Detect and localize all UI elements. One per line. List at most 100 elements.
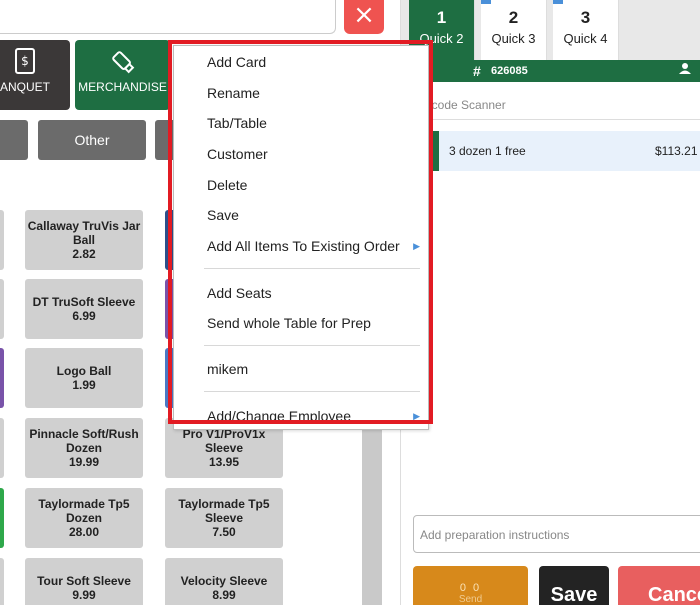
hash-icon: # bbox=[473, 63, 481, 79]
product-tile-partial[interactable] bbox=[0, 348, 4, 408]
category-banquet[interactable]: $ ANQUET bbox=[0, 40, 70, 110]
tile-color-stripe bbox=[165, 279, 173, 339]
product-price: 8.99 bbox=[212, 588, 236, 602]
menu-item-label: mikem bbox=[207, 361, 249, 377]
product-tile[interactable]: DT TruSoft Sleeve 6.99 bbox=[25, 279, 143, 339]
product-price: 7.50 bbox=[212, 525, 236, 539]
order-panel: 1 Quick 2 2 Quick 3 3 Quick 4 # 626085 B… bbox=[400, 0, 700, 605]
product-price: 13.95 bbox=[208, 455, 240, 469]
menu-separator bbox=[204, 345, 420, 346]
menu-item-label: Send whole Table for Prep bbox=[207, 315, 371, 331]
tab-quick-3[interactable]: 2 Quick 3 bbox=[481, 0, 547, 60]
clear-search-button[interactable]: × bbox=[344, 0, 384, 34]
tab-name: Quick 2 bbox=[419, 31, 464, 46]
sub-category-other[interactable]: Other bbox=[38, 120, 146, 160]
menu-item-label: Add/Change Employee bbox=[207, 408, 351, 424]
product-tile[interactable]: Taylormade Tp5 Sleeve 7.50 bbox=[165, 488, 283, 548]
product-price: 1.99 bbox=[72, 378, 96, 392]
chevron-right-icon: ▶ bbox=[413, 411, 420, 421]
menu-separator bbox=[204, 268, 420, 269]
cancel-label: Cancel bbox=[648, 584, 700, 605]
menu-item-label: Add All Items To Existing Order bbox=[207, 238, 400, 254]
menu-item-label: Rename bbox=[207, 85, 260, 101]
product-tile-partial[interactable] bbox=[0, 279, 4, 339]
product-price: 28.00 bbox=[68, 525, 100, 539]
tab-name: Quick 3 bbox=[491, 31, 536, 46]
product-tile-partial[interactable] bbox=[0, 558, 4, 605]
product-name: Taylormade Tp5 Sleeve bbox=[178, 497, 270, 525]
product-price: 19.99 bbox=[68, 455, 100, 469]
line-indicator bbox=[431, 131, 439, 171]
menu-item-tab-table[interactable]: Tab/Table bbox=[174, 108, 428, 138]
order-line-item[interactable]: 3 dozen 1 free $113.21 bbox=[411, 131, 700, 171]
order-number: 626085 bbox=[491, 65, 528, 77]
barcode-scanner-input[interactable]: Barcode Scanner bbox=[411, 90, 700, 120]
menu-item-delete[interactable]: Delete bbox=[174, 170, 428, 200]
product-tile-partial[interactable] bbox=[0, 488, 4, 548]
svg-text:$: $ bbox=[21, 54, 29, 68]
menu-item-add-all-items[interactable]: Add All Items To Existing Order ▶ bbox=[174, 231, 428, 261]
menu-item-change-employee[interactable]: Add/Change Employee ▶ bbox=[174, 401, 428, 429]
product-search-input[interactable] bbox=[0, 0, 336, 34]
send-counts: 0 0 bbox=[459, 582, 482, 594]
chevron-right-icon: ▶ bbox=[413, 241, 420, 251]
tile-color-stripe bbox=[165, 210, 173, 270]
line-price: $113.21 bbox=[655, 144, 698, 158]
product-name: Callaway TruVis Jar Ball bbox=[27, 219, 141, 247]
save-label: Save bbox=[550, 584, 598, 605]
product-tile[interactable]: Velocity Sleeve 8.99 bbox=[165, 558, 283, 605]
menu-item-add-seats[interactable]: Add Seats bbox=[174, 278, 428, 308]
prep-placeholder: Add preparation instructions bbox=[420, 528, 570, 542]
tab-name: Quick 4 bbox=[563, 31, 608, 46]
product-tile-partial[interactable] bbox=[0, 418, 4, 478]
menu-item-customer[interactable]: Customer bbox=[174, 139, 428, 169]
menu-item-save[interactable]: Save bbox=[174, 200, 428, 230]
product-tile-partial[interactable] bbox=[0, 210, 4, 270]
menu-item-label: Add Seats bbox=[207, 285, 272, 301]
tab-marker bbox=[481, 0, 491, 4]
menu-separator bbox=[204, 391, 420, 392]
product-name: Pro V1/ProV1x Sleeve bbox=[182, 427, 266, 455]
sub-category-label: Other bbox=[74, 132, 110, 148]
preparation-instructions-input[interactable]: Add preparation instructions bbox=[413, 515, 700, 553]
menu-item-label: Delete bbox=[207, 177, 248, 193]
menu-item-label: Customer bbox=[207, 146, 268, 162]
menu-item-employee-name[interactable]: mikem bbox=[174, 354, 428, 384]
product-tile[interactable]: Callaway TruVis Jar Ball 2.82 bbox=[25, 210, 143, 270]
menu-item-rename[interactable]: Rename bbox=[174, 78, 428, 108]
save-button[interactable]: Save bbox=[539, 566, 609, 605]
cancel-button[interactable]: Cancel bbox=[618, 566, 700, 605]
line-description: 3 dozen 1 free bbox=[449, 144, 526, 158]
product-name: Tour Soft Sleeve bbox=[37, 574, 131, 588]
menu-item-label: Add Card bbox=[207, 54, 267, 70]
tab-quick-4[interactable]: 3 Quick 4 bbox=[553, 0, 619, 60]
tab-number: 2 bbox=[508, 8, 519, 27]
usb-icon bbox=[75, 40, 170, 80]
product-name: DT TruSoft Sleeve bbox=[32, 295, 136, 309]
tab-marker bbox=[553, 0, 563, 4]
product-tile[interactable]: Taylormade Tp5 Dozen 28.00 bbox=[25, 488, 143, 548]
product-name: Pinnacle Soft/Rush Dozen bbox=[29, 427, 139, 455]
menu-item-label: Save bbox=[207, 207, 239, 223]
send-label: Send bbox=[458, 594, 483, 605]
product-name: Taylormade Tp5 Dozen bbox=[38, 497, 130, 525]
tab-context-menu: Add Card Rename Tab/Table Customer Delet… bbox=[173, 45, 429, 430]
tile-color-stripe bbox=[165, 348, 173, 408]
product-name: Velocity Sleeve bbox=[180, 574, 268, 588]
category-label: ANQUET bbox=[0, 80, 50, 94]
product-tile[interactable]: Logo Ball 1.99 bbox=[25, 348, 143, 408]
send-button[interactable]: 0 0 Send bbox=[413, 566, 528, 605]
tab-number: 3 bbox=[580, 8, 591, 27]
product-tile[interactable]: Tour Soft Sleeve 9.99 bbox=[25, 558, 143, 605]
product-price: 2.82 bbox=[72, 247, 96, 261]
product-price: 6.99 bbox=[72, 309, 96, 323]
product-tile[interactable]: Pinnacle Soft/Rush Dozen 19.99 bbox=[25, 418, 143, 478]
order-actions: 0 0 Send Save Cancel bbox=[413, 566, 700, 605]
menu-item-send-table-prep[interactable]: Send whole Table for Prep bbox=[174, 308, 428, 338]
sub-category-button[interactable] bbox=[0, 120, 28, 160]
menu-item-add-card[interactable]: Add Card bbox=[174, 47, 428, 77]
category-label: MERCHANDISE bbox=[78, 80, 167, 94]
category-merchandise[interactable]: MERCHANDISE bbox=[75, 40, 170, 110]
user-icon[interactable] bbox=[679, 60, 691, 82]
order-tab-bar: 1 Quick 2 2 Quick 3 3 Quick 4 bbox=[401, 0, 700, 60]
